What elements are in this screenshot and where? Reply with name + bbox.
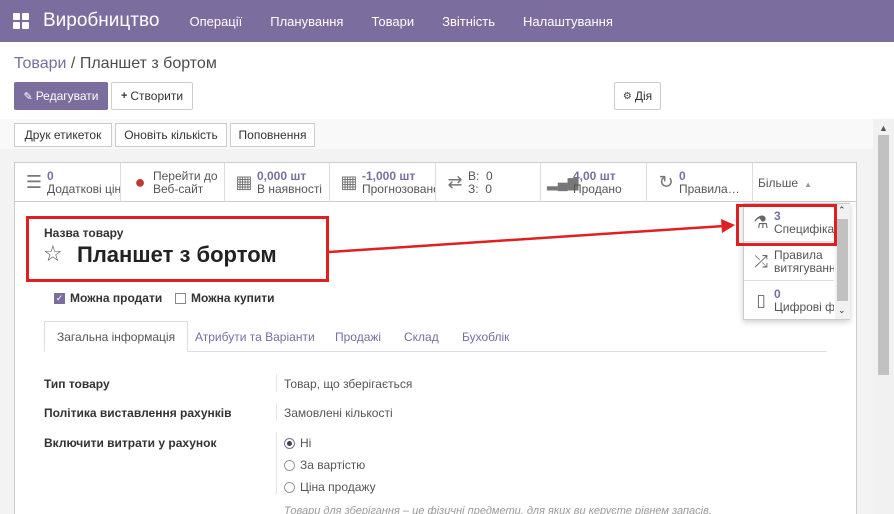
expense-radio-sales-price-label: Ціна продажу <box>300 480 376 494</box>
expense-radio-cost[interactable]: За вартістю <box>284 458 365 472</box>
expense-radio-no[interactable]: Ні <box>284 436 311 450</box>
product-type-label: Тип товару <box>44 377 110 391</box>
field-separator <box>276 374 277 392</box>
checkbox-empty-icon <box>175 292 186 304</box>
can-buy-checkbox[interactable]: Можна купити <box>175 291 275 305</box>
can-sell-label: Можна продати <box>70 291 163 305</box>
tab-general-info[interactable]: Загальна інформація <box>44 321 189 352</box>
product-type-value[interactable]: Товар, що зберігається <box>284 377 412 391</box>
radio-selected-icon <box>284 437 295 449</box>
invoice-policy-label: Політика виставлення рахунків <box>44 406 232 420</box>
tab-sales[interactable]: Продажі <box>335 321 381 352</box>
product-type-hint: Товари для зберігання – це фізичні предм… <box>284 505 712 514</box>
expense-radio-no-label: Ні <box>300 436 312 450</box>
radio-empty-icon <box>284 459 295 471</box>
tab-inventory[interactable]: Склад <box>404 321 439 352</box>
field-separator <box>276 403 277 421</box>
checkmark-icon: ✓ <box>54 292 65 304</box>
can-buy-label: Можна купити <box>191 291 275 305</box>
expense-radio-sales-price[interactable]: Ціна продажу <box>284 480 376 494</box>
radio-empty-icon <box>284 481 295 493</box>
tab-accounting[interactable]: Бухоблік <box>462 321 509 352</box>
invoice-policy-value[interactable]: Замовлені кількості <box>284 406 393 420</box>
field-separator <box>276 432 277 494</box>
can-sell-checkbox[interactable]: ✓ Можна продати <box>54 291 162 305</box>
tab-attributes[interactable]: Атрибути та Варіанти <box>195 321 315 352</box>
expense-policy-label: Включити витрати у рахунок <box>44 436 217 450</box>
expense-radio-cost-label: За вартістю <box>300 458 366 472</box>
